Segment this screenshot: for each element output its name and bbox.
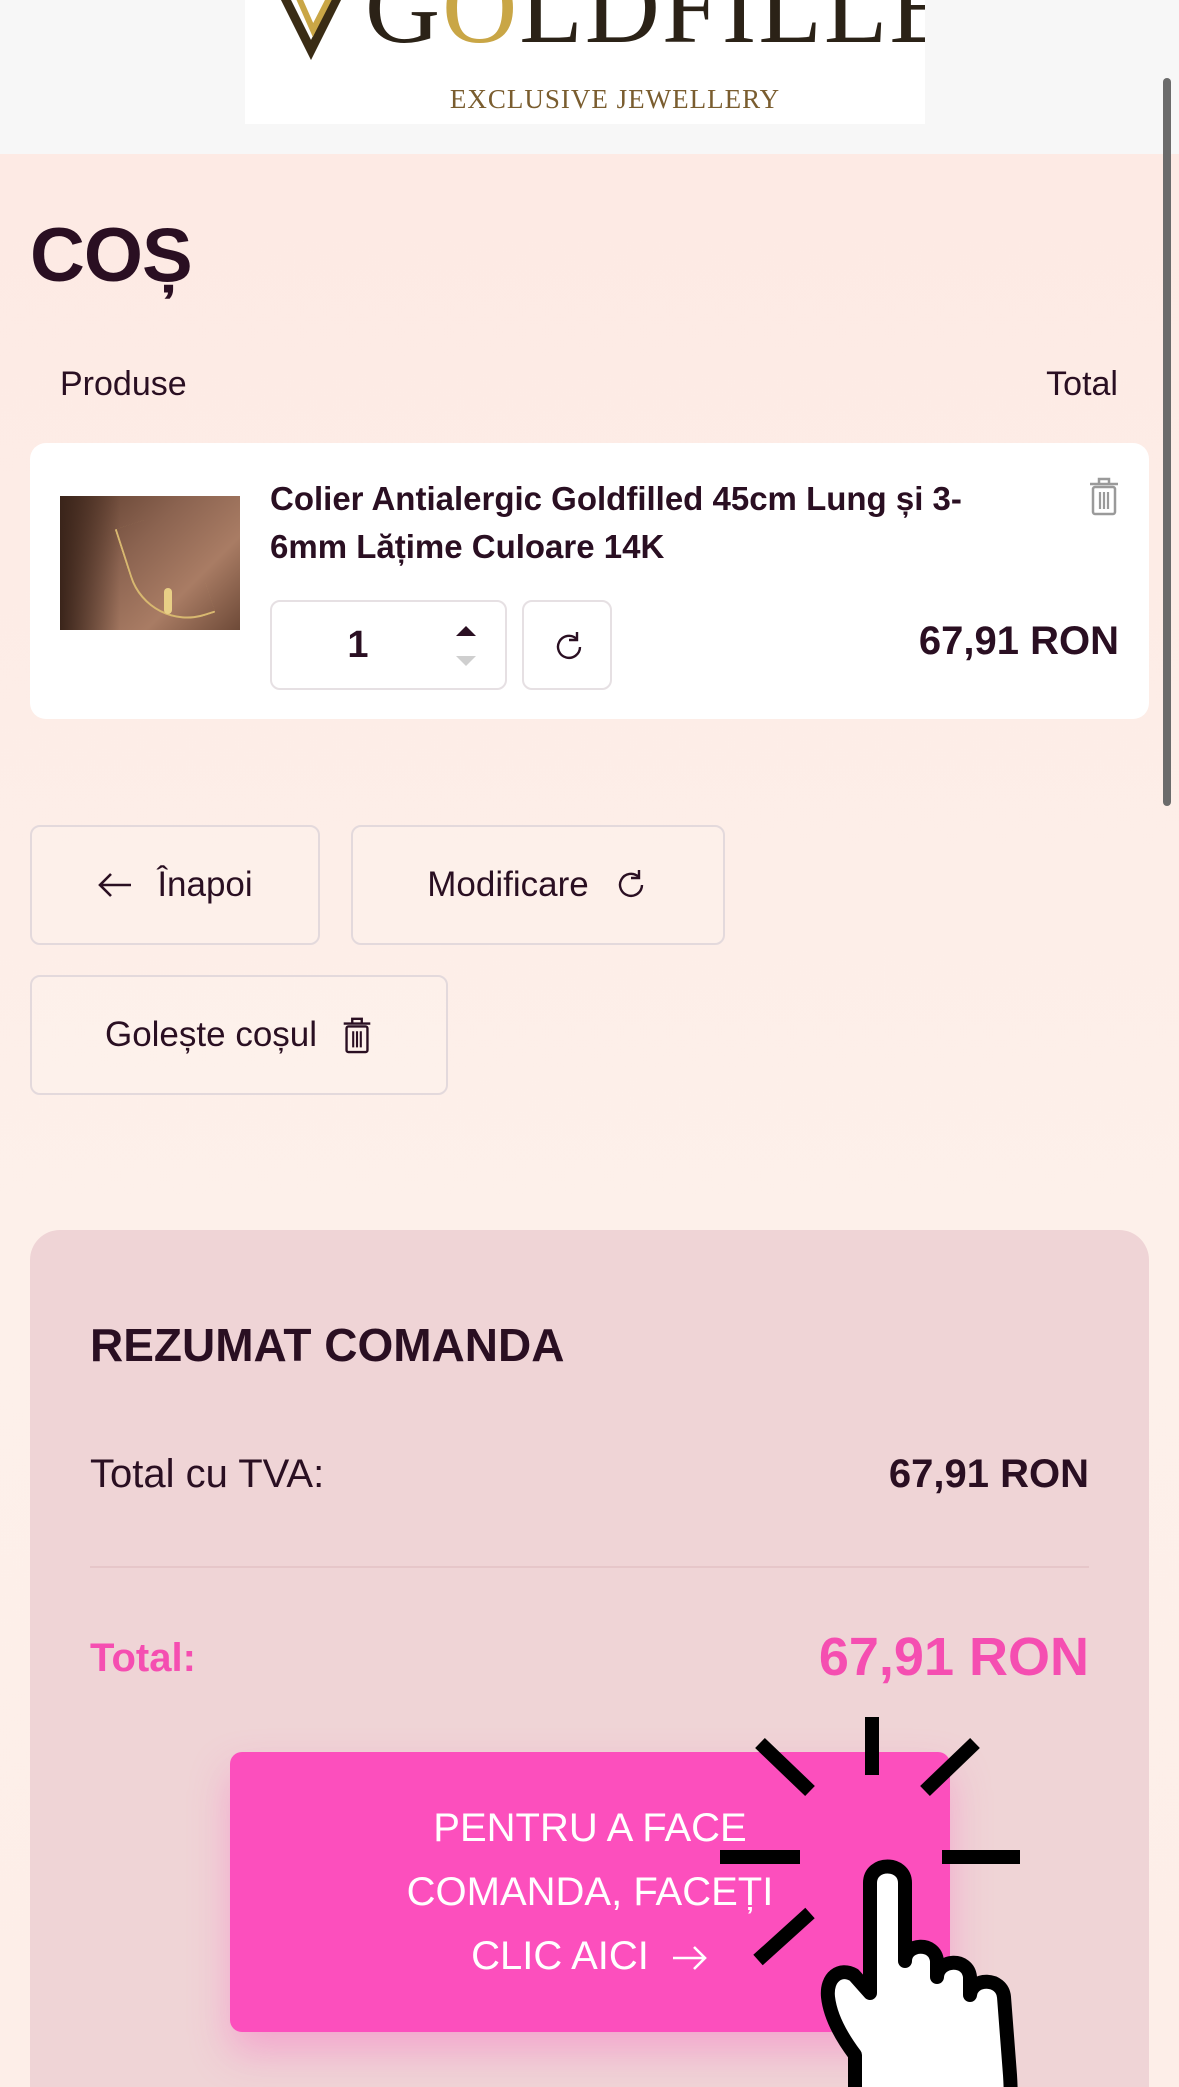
order-button-line-3: CLIC AICI — [471, 1934, 649, 1978]
brand-wordmark: GOLDFILLED — [365, 0, 925, 67]
empty-cart-button[interactable]: Golește coșul — [30, 975, 448, 1095]
summary-divider — [90, 1566, 1089, 1568]
trash-icon[interactable] — [1088, 476, 1120, 516]
empty-cart-label: Golește coșul — [104, 1015, 318, 1054]
brand-prefix: G — [365, 0, 443, 65]
cart-item-card: Colier Antialergic Goldfilled 45cm Lung … — [30, 443, 1149, 719]
product-name-link[interactable]: Colier Antialergic Goldfilled 45cm Lung … — [270, 475, 1030, 571]
back-button-label: Înapoi — [157, 865, 253, 904]
pointing-hand-cursor-icon — [720, 1717, 1020, 2087]
brand-gold-letter: O — [442, 0, 520, 65]
site-header: GOLDFILLED EXCLUSIVE JEWELLERY — [0, 0, 1179, 154]
arrow-left-icon — [98, 873, 132, 897]
subtotal-label: Total cu TVA: — [90, 1452, 325, 1496]
update-cart-button[interactable]: Modificare — [351, 825, 725, 945]
back-button[interactable]: Înapoi — [30, 825, 320, 945]
quantity-decrease-icon[interactable] — [452, 654, 480, 670]
quantity-stepper[interactable]: 1 — [270, 600, 507, 690]
gold-v-mark-icon — [280, 0, 342, 60]
trash-icon — [343, 1017, 371, 1054]
product-thumbnail[interactable] — [60, 496, 240, 630]
total-label: Total: — [90, 1636, 196, 1680]
total-value: 67,91 RON — [818, 1627, 1089, 1687]
quantity-value[interactable]: 1 — [272, 602, 444, 688]
order-summary-title: REZUMAT COMANDA — [90, 1319, 565, 1371]
subtotal-value: 67,91 RON — [888, 1452, 1089, 1496]
column-header-total: Total — [1046, 365, 1118, 403]
page-title: COȘ — [30, 213, 193, 298]
update-quantity-button[interactable] — [522, 600, 612, 690]
brand-rest: LDFILLED — [519, 0, 925, 65]
refresh-icon — [618, 870, 643, 898]
thumbnail-shade — [60, 496, 120, 630]
brand-tagline: EXCLUSIVE JEWELLERY — [449, 84, 781, 114]
refresh-icon — [556, 632, 582, 660]
line-item-price: 67,91 RON — [918, 619, 1119, 663]
thumbnail-pendant — [164, 588, 172, 614]
quantity-increase-icon[interactable] — [452, 622, 480, 638]
site-logo[interactable]: GOLDFILLED EXCLUSIVE JEWELLERY — [245, 0, 925, 124]
update-cart-label: Modificare — [427, 865, 589, 904]
column-header-products: Produse — [60, 365, 187, 403]
arrow-right-icon — [672, 1946, 707, 1971]
page-scrollbar[interactable] — [1163, 78, 1171, 806]
